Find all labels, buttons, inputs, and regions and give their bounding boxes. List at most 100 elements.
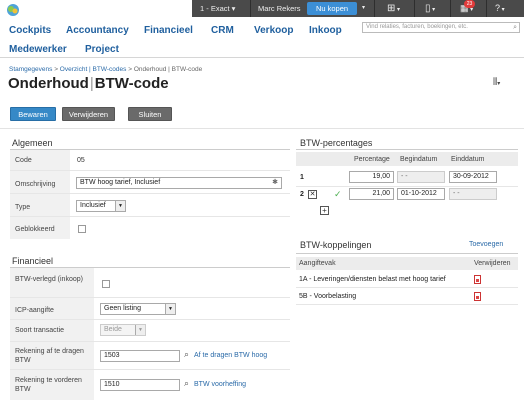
chevron-down-icon[interactable]: ▼	[165, 304, 175, 314]
afdragen-label: Rekening af te dragen BTW	[15, 348, 84, 364]
einddatum-input[interactable]: - -	[449, 188, 497, 200]
percentage-input[interactable]: 21,00	[349, 188, 394, 200]
nav-medewerker[interactable]: Medewerker	[9, 44, 67, 55]
divider	[374, 0, 375, 17]
btw-verlegd-label: BTW-verlegd (inkoop)	[15, 276, 83, 283]
divider	[10, 319, 290, 320]
percentage-input[interactable]: 19,00	[349, 171, 394, 183]
chevron-down-icon[interactable]: ▾	[362, 0, 365, 17]
add-link-button[interactable]: Toevoegen	[469, 241, 503, 248]
nav-accountancy[interactable]: Accountancy	[66, 25, 129, 36]
company-selector[interactable]: 1 - Exact ▾	[200, 0, 235, 17]
type-label: Type	[15, 204, 31, 211]
exact-logo-icon[interactable]	[6, 3, 20, 17]
code-value: 05	[77, 157, 85, 164]
breadcrumb-separator: >	[54, 66, 58, 73]
delete-button[interactable]: Verwijderen	[62, 107, 115, 121]
icp-label: ICP-aangifte	[15, 307, 54, 314]
divider	[10, 193, 290, 194]
buy-now-button[interactable]: Nu kopen	[307, 2, 357, 15]
search-input[interactable]: Vind relaties, facturen, boekingen, etc.…	[362, 22, 520, 33]
aangiftevak-cell: 1A - Leveringen/diensten belast met hoog…	[299, 276, 446, 283]
user-name[interactable]: Marc Rekers	[258, 0, 301, 17]
nav-cockpits[interactable]: Cockpits	[9, 25, 51, 36]
divider	[296, 304, 518, 305]
page-title-b: BTW-code	[94, 75, 169, 92]
close-button[interactable]: Sluiten	[128, 107, 172, 121]
omschrijving-input[interactable]: BTW hoog tarief, Inclusief ✱	[76, 177, 282, 189]
delete-file-icon[interactable]	[474, 275, 481, 284]
breadcrumb-stamgegevens[interactable]: Stamgegevens	[9, 66, 52, 73]
omschrijving-value: BTW hoog tarief, Inclusief	[80, 179, 161, 186]
breadcrumb-current: Onderhoud | BTW-code	[133, 66, 203, 73]
row-number: 1	[300, 174, 304, 181]
divider	[10, 170, 290, 171]
save-button[interactable]: Bewaren	[10, 107, 56, 121]
document-icon[interactable]: ▯ ▾	[425, 0, 435, 17]
divider	[0, 57, 524, 58]
chevron-down-icon[interactable]: ▼	[115, 201, 125, 211]
asterisk-icon[interactable]: ✱	[272, 178, 278, 188]
afdragen-link[interactable]: Af te dragen BTW hoog	[194, 352, 267, 359]
vorderen-input[interactable]: 1510	[100, 379, 180, 391]
breadcrumb-overzicht[interactable]: Overzicht | BTW-codes	[60, 66, 127, 73]
nav-financieel[interactable]: Financieel	[144, 25, 193, 36]
delete-file-icon[interactable]	[474, 292, 481, 301]
divider	[10, 216, 290, 217]
einddatum-input[interactable]: 30-09-2012	[449, 171, 497, 183]
column-header-percentage: Percentage	[354, 156, 390, 163]
aangiftevak-cell: 5B - Voorbelasting	[299, 293, 357, 300]
company-label: 1 - Exact	[200, 4, 230, 13]
soort-transactie-label: Soort transactie	[15, 327, 65, 334]
soort-transactie-select[interactable]: Beide ▼	[100, 324, 146, 336]
begindatum-input[interactable]: - -	[397, 171, 445, 183]
divider	[296, 253, 518, 254]
section-title-percentages: BTW-percentages	[300, 138, 373, 148]
column-header-verwijderen: Verwijderen	[474, 260, 511, 267]
add-row-icon[interactable]: +	[320, 206, 329, 215]
vorderen-value: 1510	[104, 381, 120, 388]
icp-select[interactable]: Geen listing ▼	[100, 303, 176, 315]
search-icon[interactable]: ⌕	[513, 23, 517, 32]
plus-icon[interactable]: ⊞ ▾	[387, 0, 400, 17]
nav-verkoop[interactable]: Verkoop	[254, 25, 293, 36]
search-icon[interactable]: ⌕	[184, 349, 189, 360]
divider	[10, 341, 290, 342]
divider	[486, 0, 487, 17]
divider	[10, 369, 290, 370]
section-title-financieel: Financieel	[12, 256, 54, 266]
nav-project[interactable]: Project	[85, 44, 119, 55]
geblokkeerd-label: Geblokkeerd	[15, 226, 55, 233]
type-value: Inclusief	[80, 202, 106, 209]
divider	[450, 0, 451, 17]
settings-icon[interactable]: ⫴▾	[493, 77, 500, 88]
nav-inkoop[interactable]: Inkoop	[309, 25, 342, 36]
divider	[296, 149, 518, 150]
divider	[296, 186, 518, 187]
search-icon[interactable]: ⌕	[184, 378, 189, 389]
page-title: Onderhoud|BTW-code	[8, 75, 169, 92]
icp-value: Geen listing	[104, 305, 141, 312]
column-header-einddatum: Einddatum	[451, 156, 485, 163]
search-placeholder: Vind relaties, facturen, boekingen, etc.	[366, 24, 468, 30]
divider	[250, 0, 251, 17]
breadcrumb-separator: >	[128, 66, 132, 73]
type-select[interactable]: Inclusief ▼	[76, 200, 126, 212]
divider	[296, 287, 518, 288]
breadcrumb: Stamgegevens > Overzicht | BTW-codes > O…	[9, 66, 202, 73]
vorderen-label: Rekening te vorderen BTW	[15, 377, 82, 393]
begindatum-input[interactable]: 01-10-2012	[397, 188, 445, 200]
btw-verlegd-checkbox[interactable]	[102, 280, 110, 288]
vorderen-link[interactable]: BTW voorheffing	[194, 381, 246, 388]
top-dark-bar: 1 - Exact ▾ Marc Rekers Nu kopen ▾ ⊞ ▾ ▯…	[192, 0, 524, 17]
page-title-separator: |	[89, 75, 94, 92]
help-icon[interactable]: ? ▾	[495, 0, 505, 17]
geblokkeerd-checkbox[interactable]	[78, 225, 86, 233]
divider	[10, 297, 290, 298]
check-icon: ✓	[334, 189, 342, 199]
nav-crm[interactable]: CRM	[211, 25, 234, 36]
chevron-down-icon[interactable]: ▼	[135, 325, 145, 335]
delete-row-icon[interactable]: ✕	[308, 190, 317, 199]
afdragen-input[interactable]: 1503	[100, 350, 180, 362]
soort-transactie-value: Beide	[104, 326, 122, 333]
